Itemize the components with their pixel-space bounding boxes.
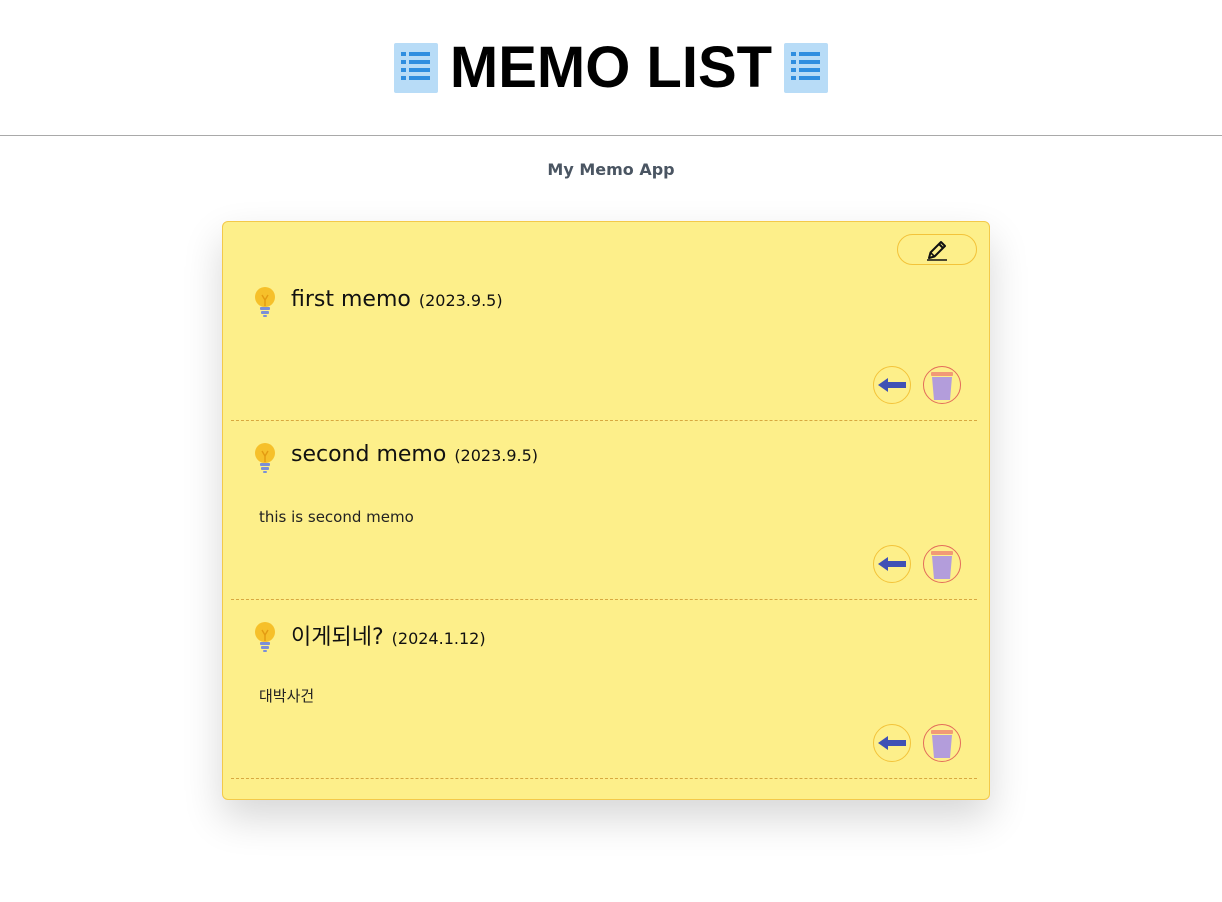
memo-item: 이게되네? (2024.1.12) 대박사건 <box>231 600 977 779</box>
memo-panel: first memo (2023.9.5) second memo (2023.… <box>222 221 990 800</box>
arrow-left-icon <box>878 378 906 392</box>
arrow-left-icon <box>878 736 906 750</box>
memo-title: second memo <box>291 442 447 467</box>
memo-date: (2023.9.5) <box>454 446 539 465</box>
trash-icon <box>931 372 953 400</box>
memo-date: (2024.1.12) <box>391 629 486 648</box>
list-icon <box>784 42 829 93</box>
page-title: MEMO LIST <box>449 34 773 100</box>
back-button[interactable] <box>873 724 911 762</box>
trash-icon <box>931 730 953 758</box>
list-icon <box>393 42 438 93</box>
app-subtitle: My Memo App <box>547 160 675 179</box>
back-button[interactable] <box>873 545 911 583</box>
lightbulb-icon <box>255 622 275 652</box>
delete-button[interactable] <box>923 366 961 404</box>
memo-title: first memo <box>291 287 411 312</box>
trash-icon <box>931 551 953 579</box>
memo-body: 대박사건 <box>259 687 315 705</box>
delete-button[interactable] <box>923 724 961 762</box>
memo-item: first memo (2023.9.5) <box>231 222 977 421</box>
memo-item: second memo (2023.9.5) this is second me… <box>231 421 977 600</box>
title-wrap: MEMO LIST <box>393 34 829 100</box>
delete-button[interactable] <box>923 545 961 583</box>
memo-body: this is second memo <box>259 508 414 526</box>
memo-title: 이게되네? <box>291 625 384 650</box>
lightbulb-icon <box>255 443 275 473</box>
back-button[interactable] <box>873 366 911 404</box>
header: MEMO LIST <box>0 0 1222 136</box>
memo-date: (2023.9.5) <box>418 291 503 310</box>
lightbulb-icon <box>255 287 275 317</box>
arrow-left-icon <box>878 557 906 571</box>
